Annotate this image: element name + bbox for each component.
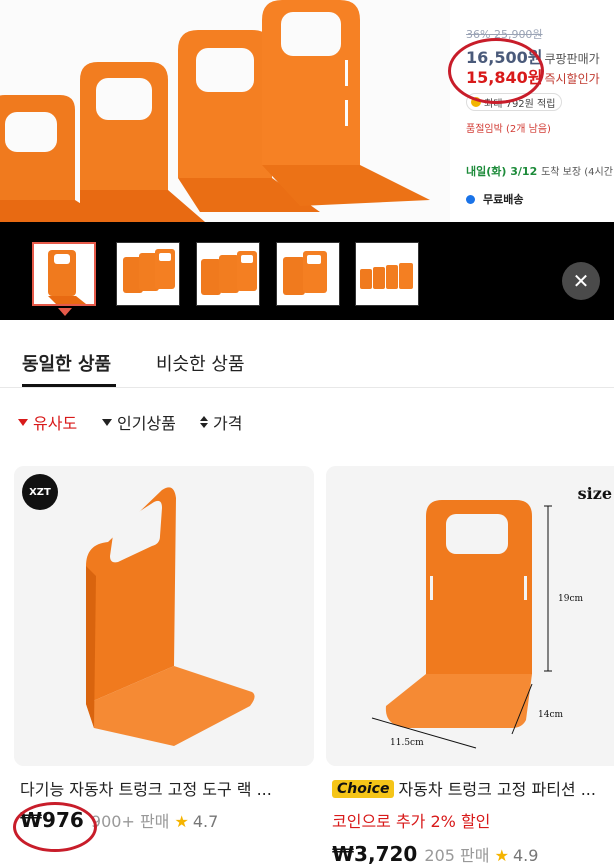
tab-similar-products[interactable]: 비슷한 상품: [156, 350, 245, 376]
star-icon: ★: [174, 812, 189, 831]
thumbnail-strip: [0, 222, 614, 320]
price-panel: 36% 25,900원 16,500원 쿠팡판매가 15,840원 즉시할인가 최대…: [462, 0, 614, 222]
stock-warning: 품절임박 (2개 남음): [466, 124, 551, 135]
star-icon: ★: [494, 846, 509, 865]
tab-bar: 동일한 상품 비슷한 상품: [0, 320, 614, 388]
similar-products-sheet: 동일한 상품 비슷한 상품 유사도 인기상품 가격 XZT 다기능 자동차 트렁…: [0, 320, 614, 867]
active-thumb-indicator: [58, 308, 72, 316]
filter-similarity[interactable]: 유사도: [18, 410, 77, 434]
orange-racks-thumb-icon: [277, 243, 339, 305]
filter-popular[interactable]: 인기상품: [102, 410, 176, 434]
active-tab-underline: [22, 384, 116, 387]
orange-rack-thumb-icon: [34, 244, 94, 304]
orange-racks-thumb-icon: [356, 243, 418, 305]
free-shipping-option[interactable]: 무료배송: [466, 191, 523, 207]
orange-racks-thumb-icon: [197, 243, 259, 305]
delivery-date: 내일(화) 3/12 도착 보장 (4시간 8: [466, 165, 614, 178]
thumbnail-2[interactable]: [116, 242, 180, 306]
price-row: ₩3,720 205 판매 ★ 4.9: [332, 842, 538, 866]
sort-icon: [200, 416, 208, 428]
tab-same-products[interactable]: 동일한 상품: [22, 350, 111, 376]
product-hero: 36% 25,900원 16,500원 쿠팡판매가 15,840원 즉시할인가 최대…: [0, 0, 614, 222]
caret-down-icon: [18, 418, 28, 426]
dimension-width: 11.5cm: [390, 738, 424, 748]
thumbnail-5[interactable]: [355, 242, 419, 306]
orange-racks-thumb-icon: [117, 243, 179, 305]
orange-rack-dimension-icon: [326, 466, 614, 766]
sold-count: 205 판매: [424, 846, 490, 865]
rating-value: 4.9: [512, 846, 539, 865]
dimension-height: 19cm: [558, 594, 584, 604]
radio-selected-icon: [466, 194, 475, 204]
brand-logo: XZT: [22, 474, 58, 510]
filter-price[interactable]: 가격: [200, 410, 242, 434]
sold-count: 900+ 판매: [90, 812, 170, 831]
promo-row: 코인으로 추가 2% 할인: [332, 808, 490, 832]
annotation-circle: [448, 38, 544, 104]
product-title: 다기능 자동차 트렁크 고정 도구 랙 ...: [20, 780, 272, 799]
thumbnail-3[interactable]: [196, 242, 260, 306]
annotation-circle: [13, 802, 97, 852]
orange-racks-photo: [0, 0, 450, 222]
coin-promo: 코인으로 추가 2% 할인: [332, 812, 491, 831]
choice-badge: Choice: [332, 780, 395, 798]
dimension-depth: 14cm: [538, 710, 564, 720]
product-image: XZT: [14, 466, 314, 766]
product-main-image[interactable]: [0, 0, 450, 222]
sort-filters: 유사도 인기상품 가격: [0, 410, 614, 434]
orange-rack-icon: [14, 466, 314, 766]
thumbnail-1[interactable]: [32, 242, 96, 306]
rating-value: 4.7: [192, 812, 219, 831]
product-card[interactable]: size 19cm 14cm 11.5cm Choice 자동차 트렁크 고정 파…: [326, 466, 614, 867]
thumbnail-4[interactable]: [276, 242, 340, 306]
close-button[interactable]: ✕: [562, 262, 600, 300]
caret-down-icon: [102, 418, 112, 426]
product-price: ₩3,720: [332, 842, 418, 866]
product-image: size 19cm 14cm 11.5cm: [326, 466, 614, 766]
size-label: size: [577, 484, 612, 503]
product-title: Choice 자동차 트렁크 고정 파티션 ...: [332, 776, 614, 800]
